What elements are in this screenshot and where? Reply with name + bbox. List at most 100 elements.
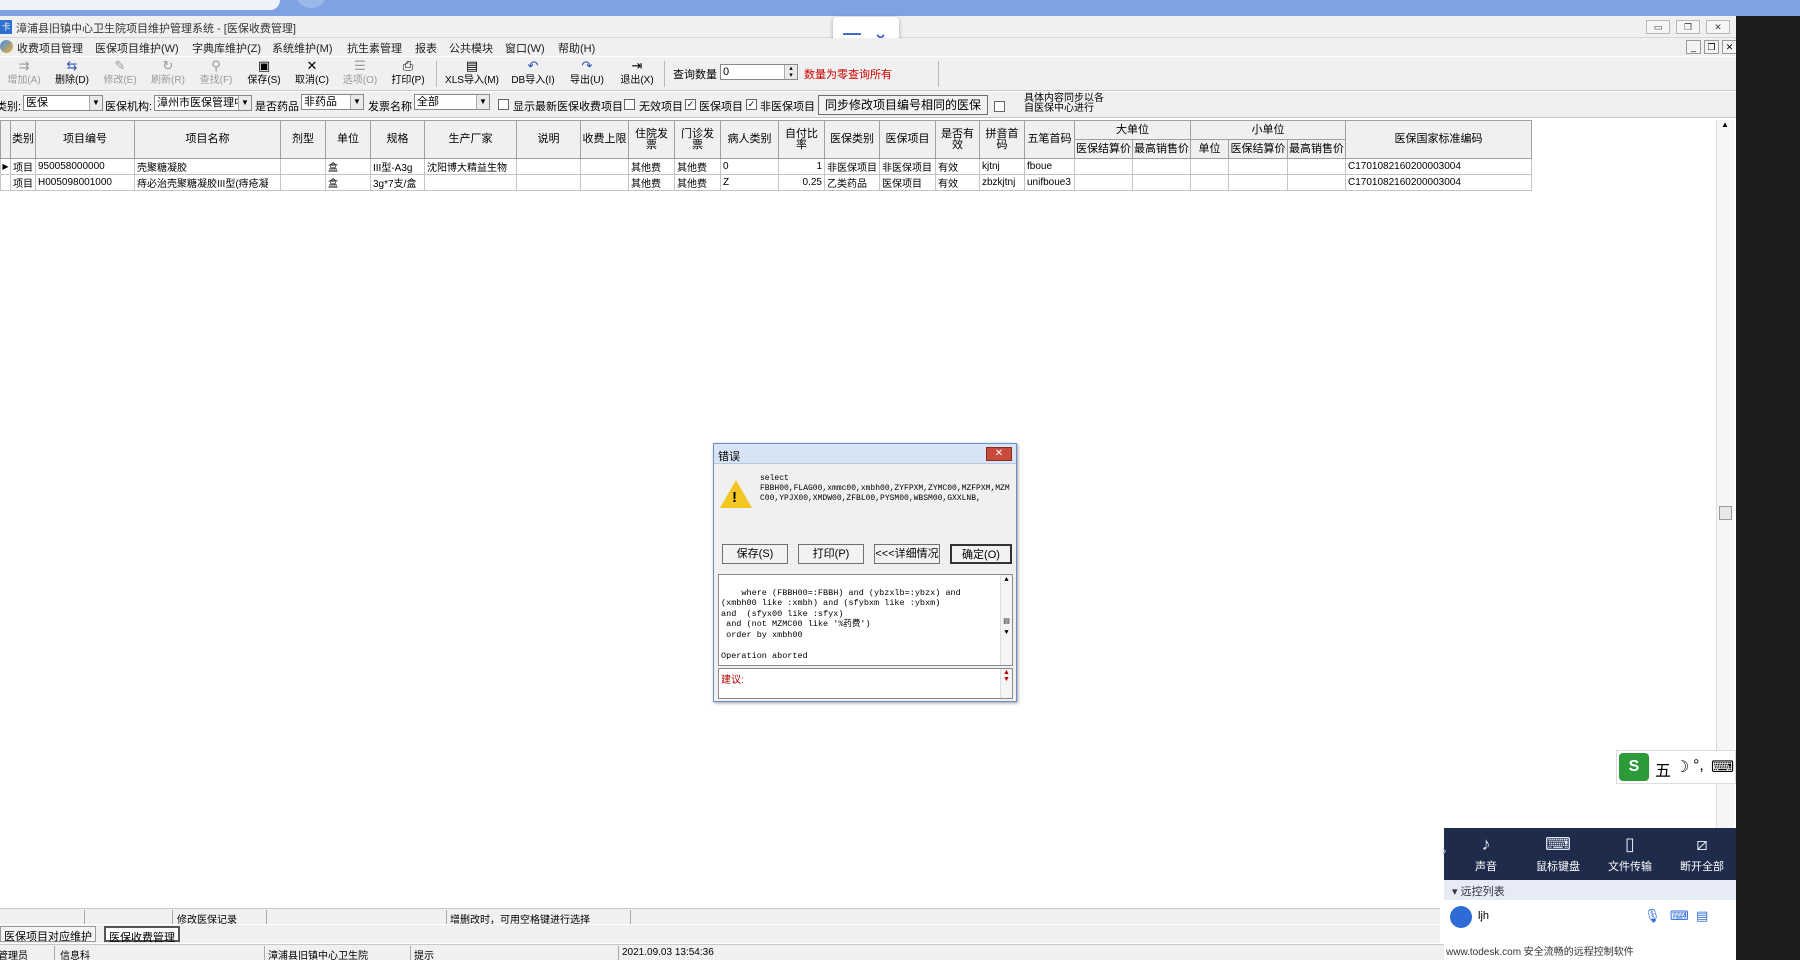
dialog-save-button[interactable]: 保存(S) (722, 544, 788, 564)
menu-fee-items[interactable]: 收费项目管理 (17, 40, 83, 56)
col-header[interactable]: 拼音首码 (979, 120, 1025, 159)
print-button[interactable]: ⎙ 打印(P) (384, 58, 432, 90)
export-button[interactable]: ↷ 导出(U) (563, 58, 611, 90)
cell[interactable]: 3g*7支/盒 (370, 174, 425, 191)
cell[interactable]: 950058000000 (35, 158, 135, 175)
cell[interactable]: zbzkjtnj (979, 174, 1025, 191)
cell[interactable]: 0 (720, 158, 779, 175)
table-row[interactable]: 项目 H005098001000 痔必治壳聚糖凝胶III型(痔疮凝 盒 3g*7… (0, 174, 1532, 191)
add-button[interactable]: ⇉ 增加(A) (0, 58, 48, 90)
cell[interactable]: C1701082160200003004 (1345, 174, 1532, 191)
col-header[interactable]: 病人类别 (720, 120, 779, 159)
col-header[interactable]: 医保国家标准编码 (1345, 120, 1532, 159)
find-button[interactable]: ⚲ 查找(F) (192, 58, 240, 90)
menu-antibiotics[interactable]: 抗生素管理 (347, 40, 402, 56)
file-transfer-button[interactable]: ▯ 文件传输 (1598, 834, 1662, 874)
menu-reports[interactable]: 报表 (415, 40, 437, 56)
browser-tab-stub[interactable] (0, 0, 280, 10)
keyboard-control-icon[interactable]: ⌨ (1670, 908, 1689, 924)
sub-header[interactable]: 医保结算价 (1228, 139, 1288, 159)
menu-insurance-items[interactable]: 医保项目维护(W) (95, 40, 179, 56)
sub-header[interactable]: 医保结算价 (1074, 139, 1133, 159)
cell[interactable]: 0.25 (778, 174, 825, 191)
cell[interactable]: 痔必治壳聚糖凝胶III型(痔疮凝 (134, 174, 281, 191)
cell[interactable]: III型-A3g (370, 158, 425, 175)
col-header[interactable]: 说明 (516, 120, 581, 159)
col-header[interactable]: 五笔首码 (1024, 120, 1075, 159)
cell[interactable] (1074, 174, 1133, 191)
cell[interactable]: 医保项目 (879, 174, 936, 191)
col-header[interactable]: 收费上限 (580, 120, 629, 159)
remote-list-header[interactable]: ▾ 远控列表 (1444, 880, 1736, 900)
category-select[interactable]: 医保 ▼ (23, 95, 103, 111)
cell[interactable]: 乙类药品 (824, 174, 880, 191)
col-header[interactable]: 项目名称 (134, 120, 281, 159)
non-insured-checkbox[interactable]: ✓ (746, 99, 757, 110)
tab-insurance-fees[interactable]: 医保收费管理 (104, 926, 180, 944)
punctuation-icon[interactable]: °, (1693, 757, 1704, 775)
save-button[interactable]: ▣ 保存(S) (240, 58, 288, 90)
col-header[interactable]: 单位 (325, 120, 371, 159)
menu-help[interactable]: 帮助(H) (558, 40, 595, 56)
menu-window[interactable]: 窗口(W) (505, 40, 545, 56)
dialog-details-button[interactable]: <<<详细情况 (874, 544, 940, 564)
cell[interactable] (1287, 174, 1346, 191)
col-header[interactable]: 门诊发票 (674, 120, 721, 159)
file-control-icon[interactable]: ▤ (1696, 908, 1708, 924)
error-detail-textarea[interactable]: where (FBBH00=:FBBH) and (ybzxlb=:ybzx) … (718, 574, 1013, 666)
invoice-select[interactable]: 全部 ▼ (414, 94, 490, 110)
menu-common[interactable]: 公共模块 (449, 40, 493, 56)
cell[interactable]: 1 (778, 158, 825, 175)
sub-header[interactable]: 最高销售价 (1287, 139, 1346, 159)
cell[interactable]: 壳聚糖凝胶 (134, 158, 281, 175)
cell[interactable]: 其他费 (674, 158, 721, 175)
cell[interactable] (516, 158, 581, 175)
mdi-close-button[interactable]: ✕ (1722, 40, 1737, 54)
cell[interactable] (1132, 158, 1191, 175)
col-header-big-unit[interactable]: 大单位 (1074, 120, 1191, 140)
cell[interactable]: C1701082160200003004 (1345, 158, 1532, 175)
cell[interactable]: 盒 (325, 158, 371, 175)
sogou-ime-icon[interactable]: S (1619, 753, 1649, 781)
refresh-button[interactable]: ↻ 刷新(R) (144, 58, 192, 90)
cell[interactable] (280, 174, 326, 191)
col-header[interactable]: 规格 (370, 120, 425, 159)
cell[interactable]: 项目 (10, 158, 36, 175)
cell[interactable] (1074, 158, 1133, 175)
mic-icon[interactable]: 🎙 (1644, 908, 1661, 924)
cancel-button[interactable]: ✕ 取消(C) (288, 58, 336, 90)
col-header[interactable]: 自付比率 (778, 120, 825, 159)
cell[interactable] (1190, 174, 1229, 191)
restore-button[interactable]: ❐ (1676, 20, 1700, 34)
table-row[interactable]: ▶ 项目 950058000000 壳聚糖凝胶 盒 III型-A3g 沈阳博大精… (0, 158, 1532, 175)
db-import-button[interactable]: ↶ DB导入(I) (507, 58, 559, 90)
advice-scrollbar[interactable]: ▲ ▼ (1000, 669, 1012, 698)
browser-tab-button[interactable] (296, 0, 326, 8)
col-header[interactable]: 医保类别 (824, 120, 880, 159)
cell[interactable] (1228, 174, 1288, 191)
grid-vertical-scrollbar[interactable]: ▲ (1716, 120, 1734, 910)
query-count-field[interactable]: 0 ▴ ▾ (720, 64, 798, 80)
dialog-ok-button[interactable]: 确定(O) (950, 544, 1012, 564)
sync-checkbox[interactable] (994, 101, 1005, 112)
col-header[interactable]: 住院发票 (628, 120, 675, 159)
advice-textarea[interactable]: 建议: ▲ ▼ (718, 668, 1013, 699)
cell[interactable] (280, 158, 326, 175)
mdi-minimize-button[interactable]: _ (1686, 40, 1701, 54)
cell[interactable]: 其他费 (628, 158, 675, 175)
delete-button[interactable]: ⇆ 删除(D) (48, 58, 96, 90)
dialog-close-button[interactable]: ✕ (986, 447, 1012, 461)
detail-scrollbar[interactable]: ▲ ▤ ▼ (1000, 575, 1012, 665)
spinner-icon[interactable]: ▴ ▾ (784, 65, 797, 79)
disconnect-all-button[interactable]: ⧄ 断开全部 (1670, 834, 1734, 874)
col-header-small-unit[interactable]: 小单位 (1190, 120, 1346, 140)
cell[interactable]: 有效 (935, 158, 980, 175)
scroll-thumb[interactable] (1719, 506, 1732, 520)
col-header[interactable]: 类别 (10, 120, 36, 159)
cell[interactable] (1132, 174, 1191, 191)
cell[interactable]: 项目 (10, 174, 36, 191)
keyboard-icon[interactable]: ⌨ (1711, 757, 1734, 777)
xls-import-button[interactable]: ▤ XLS导入(M) (443, 58, 501, 90)
org-select[interactable]: 漳州市医保管理中 ▼ (154, 95, 252, 111)
menu-system[interactable]: 系统维护(M) (272, 40, 333, 56)
